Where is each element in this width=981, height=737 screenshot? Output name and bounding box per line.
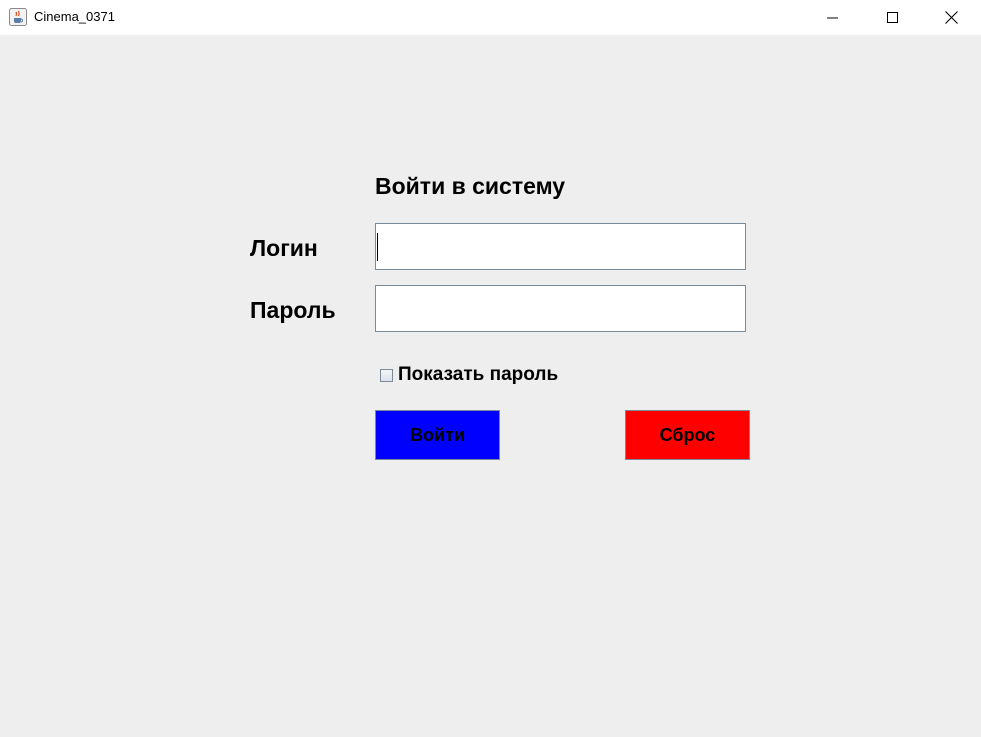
maximize-icon [887,11,899,24]
window-title: Cinema_0371 [34,9,115,24]
maximize-button[interactable] [864,0,922,35]
text-caret [377,233,378,261]
close-button[interactable] [922,0,980,35]
java-cup-icon [9,8,27,26]
login-input[interactable] [375,223,746,270]
show-password-label[interactable]: Показать пароль [398,363,558,387]
password-input[interactable] [375,285,746,332]
show-password-checkbox[interactable]: Показать пароль [380,362,558,388]
login-button[interactable]: Войти [375,410,500,460]
checkbox-box[interactable] [380,368,393,382]
title-bar[interactable]: Cinema_0371 [0,0,981,35]
minimize-icon [827,12,839,24]
reset-button[interactable]: Сброс [625,410,750,460]
close-icon [944,11,958,24]
password-label: Пароль [250,297,336,323]
login-label: Логин [250,235,318,261]
app-window: Cinema_0371 Войти в систему Логин Пароль… [0,0,981,737]
minimize-button[interactable] [804,0,862,35]
form-title: Войти в систему [375,173,566,199]
